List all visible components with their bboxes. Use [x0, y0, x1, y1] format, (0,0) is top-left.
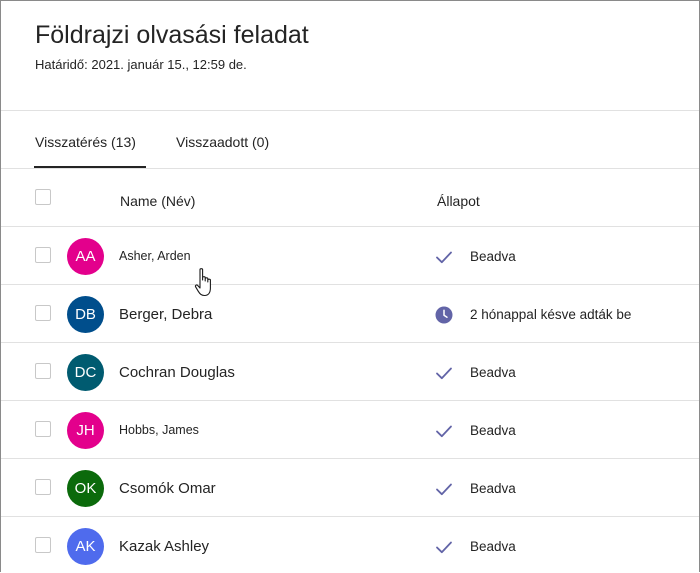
divider — [1, 168, 699, 169]
divider — [1, 110, 699, 111]
avatar-initials: JH — [76, 422, 95, 439]
check-icon — [436, 541, 452, 554]
status-text: Beadva — [470, 480, 516, 496]
avatar-initials: DC — [74, 364, 97, 381]
avatar: DC — [67, 354, 104, 391]
hand-cursor-icon — [194, 268, 211, 297]
row-checkbox[interactable] — [35, 479, 51, 495]
student-name[interactable]: Hobbs, James — [119, 401, 199, 459]
check-icon — [436, 367, 452, 380]
avatar: OK — [67, 470, 104, 507]
table-row[interactable]: JH Hobbs, James Beadva — [1, 401, 699, 459]
clock-icon — [435, 306, 453, 324]
table-row[interactable]: OK Csomók Omar Beadva — [1, 459, 699, 517]
student-name[interactable]: Csomók Omar — [119, 459, 216, 517]
column-header-status[interactable]: Állapot — [437, 193, 480, 209]
select-all-checkbox[interactable] — [35, 189, 51, 205]
check-icon — [436, 251, 452, 264]
avatar-initials: AK — [75, 538, 96, 555]
tab-returned[interactable]: Visszatérés (13) — [35, 134, 136, 150]
assignment-panel: Földrajzi olvasási feladat Határidő: 202… — [0, 0, 700, 572]
column-header-name[interactable]: Name (Név) — [120, 193, 195, 209]
tab-returned-back[interactable]: Visszaadott (0) — [176, 134, 269, 150]
status-text: Beadva — [470, 364, 516, 380]
status-text: 2 hónappal késve adták be — [470, 306, 632, 322]
status-text: Beadva — [470, 248, 516, 264]
avatar: DB — [67, 296, 104, 333]
student-name[interactable]: Asher, Arden — [119, 227, 191, 285]
avatar: AK — [67, 528, 104, 565]
avatar-initials: OK — [74, 480, 97, 497]
check-icon — [436, 425, 452, 438]
table-row[interactable]: DC Cochran Douglas Beadva — [1, 343, 699, 401]
avatar-initials: AA — [75, 248, 96, 265]
avatar: JH — [67, 412, 104, 449]
row-checkbox[interactable] — [35, 421, 51, 437]
student-name[interactable]: Cochran Douglas — [119, 343, 235, 401]
status-text: Beadva — [470, 538, 516, 554]
page-title: Földrajzi olvasási feladat — [35, 21, 309, 49]
row-checkbox[interactable] — [35, 363, 51, 379]
status-text: Beadva — [470, 422, 516, 438]
row-checkbox[interactable] — [35, 247, 51, 263]
due-date: Határidő: 2021. január 15., 12:59 de. — [35, 57, 247, 72]
row-checkbox[interactable] — [35, 537, 51, 553]
row-checkbox[interactable] — [35, 305, 51, 321]
table-row[interactable]: AK Kazak Ashley Beadva — [1, 517, 699, 572]
avatar: AA — [67, 238, 104, 275]
table-row[interactable]: AA Asher, Arden Beadva — [1, 227, 699, 285]
check-icon — [436, 483, 452, 496]
avatar-initials: DB — [75, 306, 96, 323]
student-name[interactable]: Kazak Ashley — [119, 517, 209, 572]
table-row[interactable]: DB Berger, Debra 2 hónappal késve adták … — [1, 285, 699, 343]
